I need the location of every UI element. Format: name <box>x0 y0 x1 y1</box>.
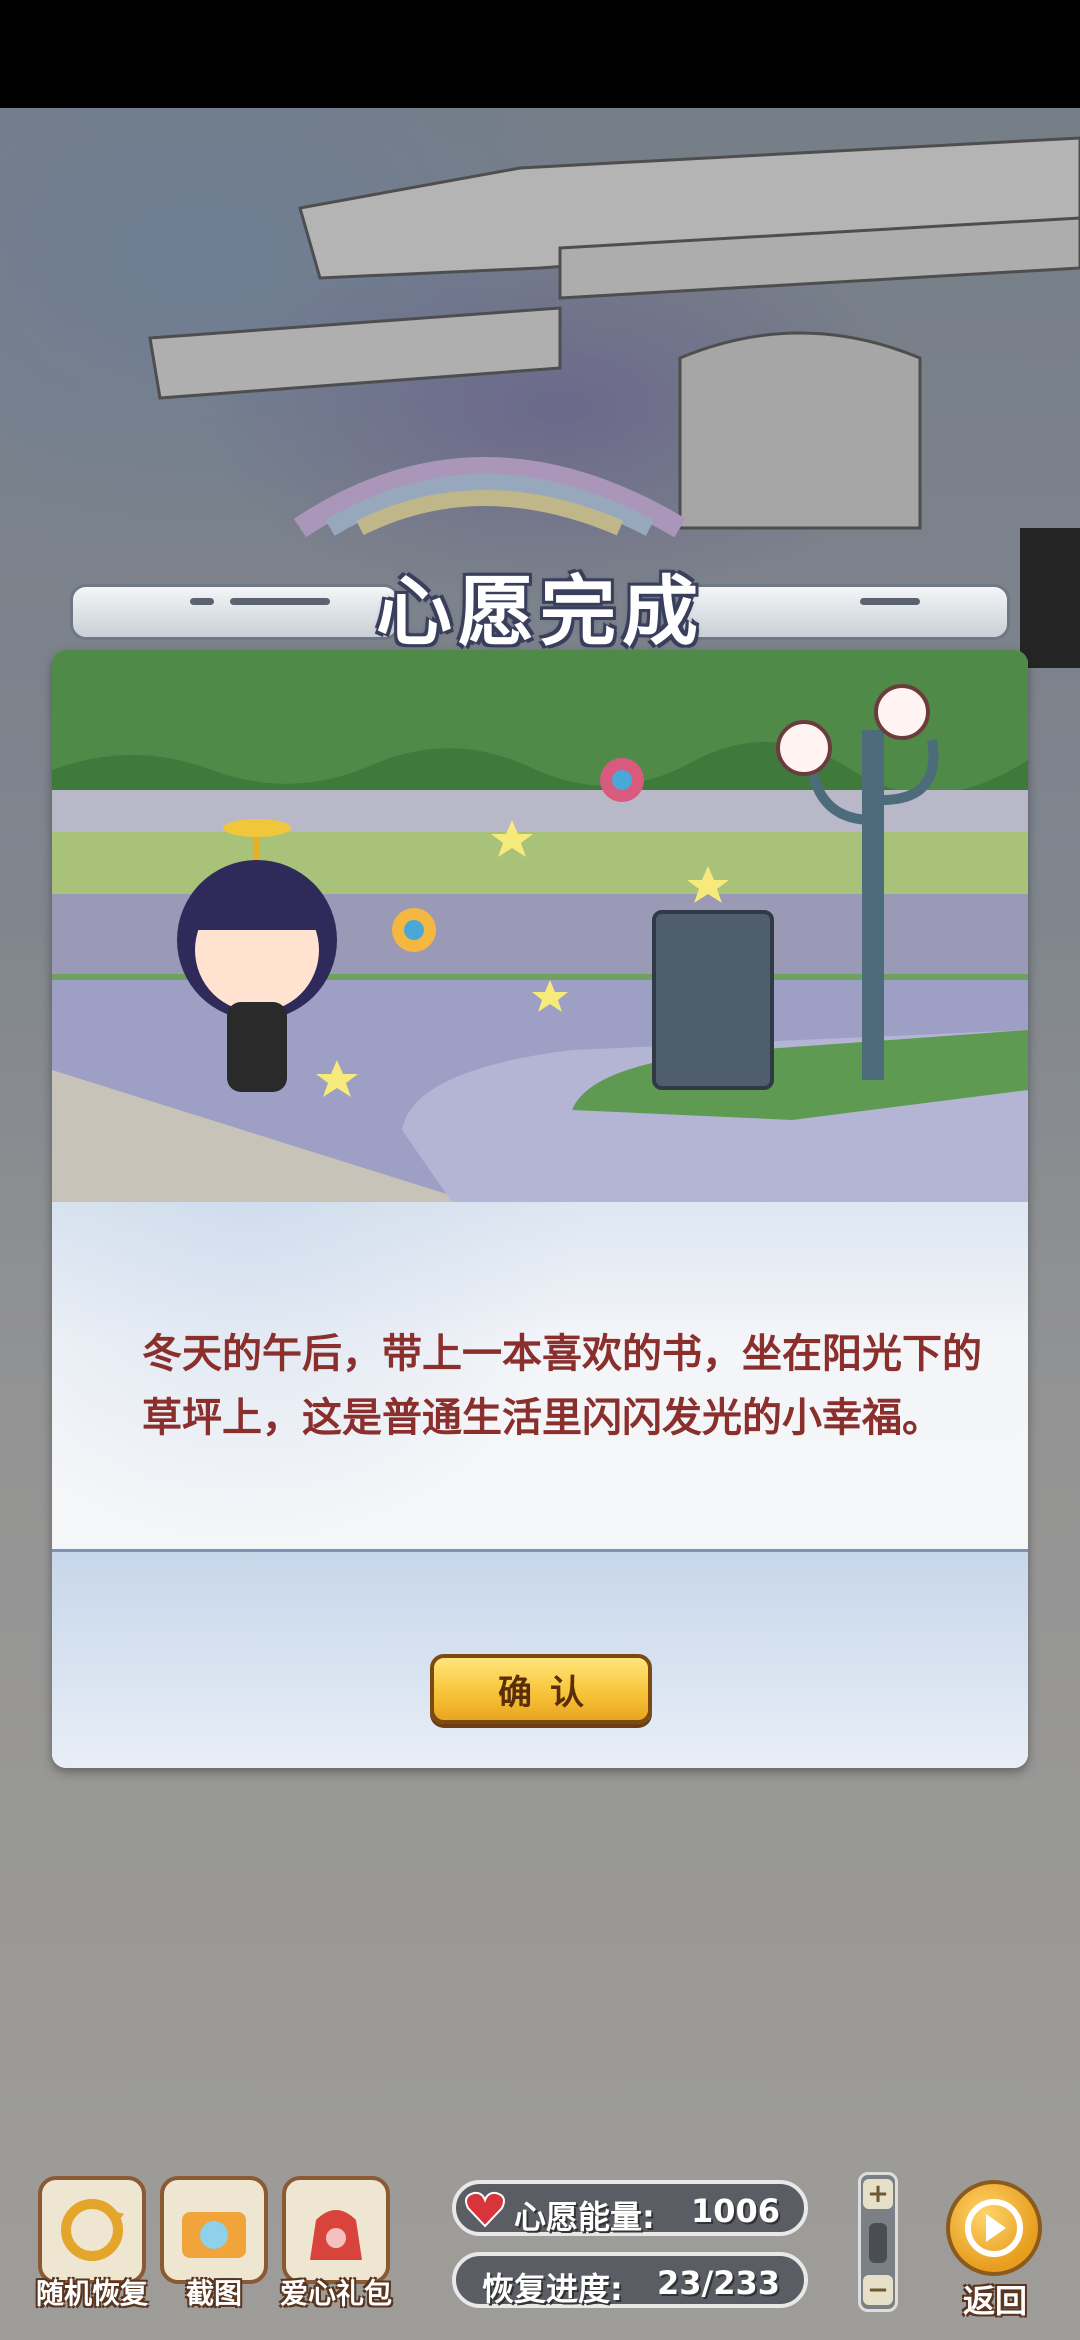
screenshot-button[interactable]: 截图 <box>160 2176 268 2312</box>
arrow-right-icon <box>946 2180 1042 2276</box>
restore-progress-counter: 恢复进度: 23/233 <box>452 2252 808 2308</box>
confirm-button[interactable]: 确认 <box>430 1654 652 1724</box>
restore-progress-label: 恢复进度: <box>482 2270 623 2308</box>
gift-bag-icon <box>282 2176 390 2284</box>
pinwheel-icon <box>392 908 436 952</box>
dialog-title: 心愿完成 <box>376 567 704 656</box>
status-bar <box>0 0 1080 108</box>
random-restore-button[interactable]: 随机恢复 <box>36 2176 148 2312</box>
pinwheel-icon <box>600 758 644 802</box>
back-button[interactable]: 返回 <box>940 2180 1050 2320</box>
screenshot-label: 截图 <box>185 2277 242 2310</box>
love-gift-label: 爱心礼包 <box>279 2277 392 2310</box>
zoom-out-button[interactable]: − <box>863 2275 893 2305</box>
story-text-panel: 冬天的午后，带上一本喜欢的书，坐在阳光下的草坪上，这是普通生活里闪闪发光的小幸福… <box>52 1202 1028 1552</box>
story-text: 冬天的午后，带上一本喜欢的书，坐在阳光下的草坪上，这是普通生活里闪闪发光的小幸福… <box>142 1331 982 1441</box>
wish-complete-dialog: 冬天的午后，带上一本喜欢的书，坐在阳光下的草坪上，这是普通生活里闪闪发光的小幸福… <box>52 650 1028 1768</box>
camera-icon <box>160 2176 268 2284</box>
wish-energy-label: 心愿能量: <box>514 2198 655 2236</box>
restore-progress-value: 23/233 <box>656 2264 780 2302</box>
refresh-icon <box>38 2176 146 2284</box>
zoom-in-button[interactable]: + <box>863 2179 893 2209</box>
zoom-slider-thumb[interactable] <box>869 2223 887 2263</box>
zoom-slider[interactable]: + − <box>858 2172 898 2312</box>
dialog-header: 心愿完成 <box>70 540 1010 656</box>
wish-scene-illustration <box>52 650 1028 1202</box>
love-gift-button[interactable]: 爱心礼包 <box>280 2176 392 2312</box>
wish-energy-counter: 心愿能量: 1006 <box>452 2180 808 2236</box>
random-restore-label: 随机恢复 <box>35 2277 148 2310</box>
back-label: 返回 <box>962 2282 1027 2320</box>
heart-icon <box>465 2191 505 2228</box>
wish-energy-value: 1006 <box>690 2192 780 2230</box>
